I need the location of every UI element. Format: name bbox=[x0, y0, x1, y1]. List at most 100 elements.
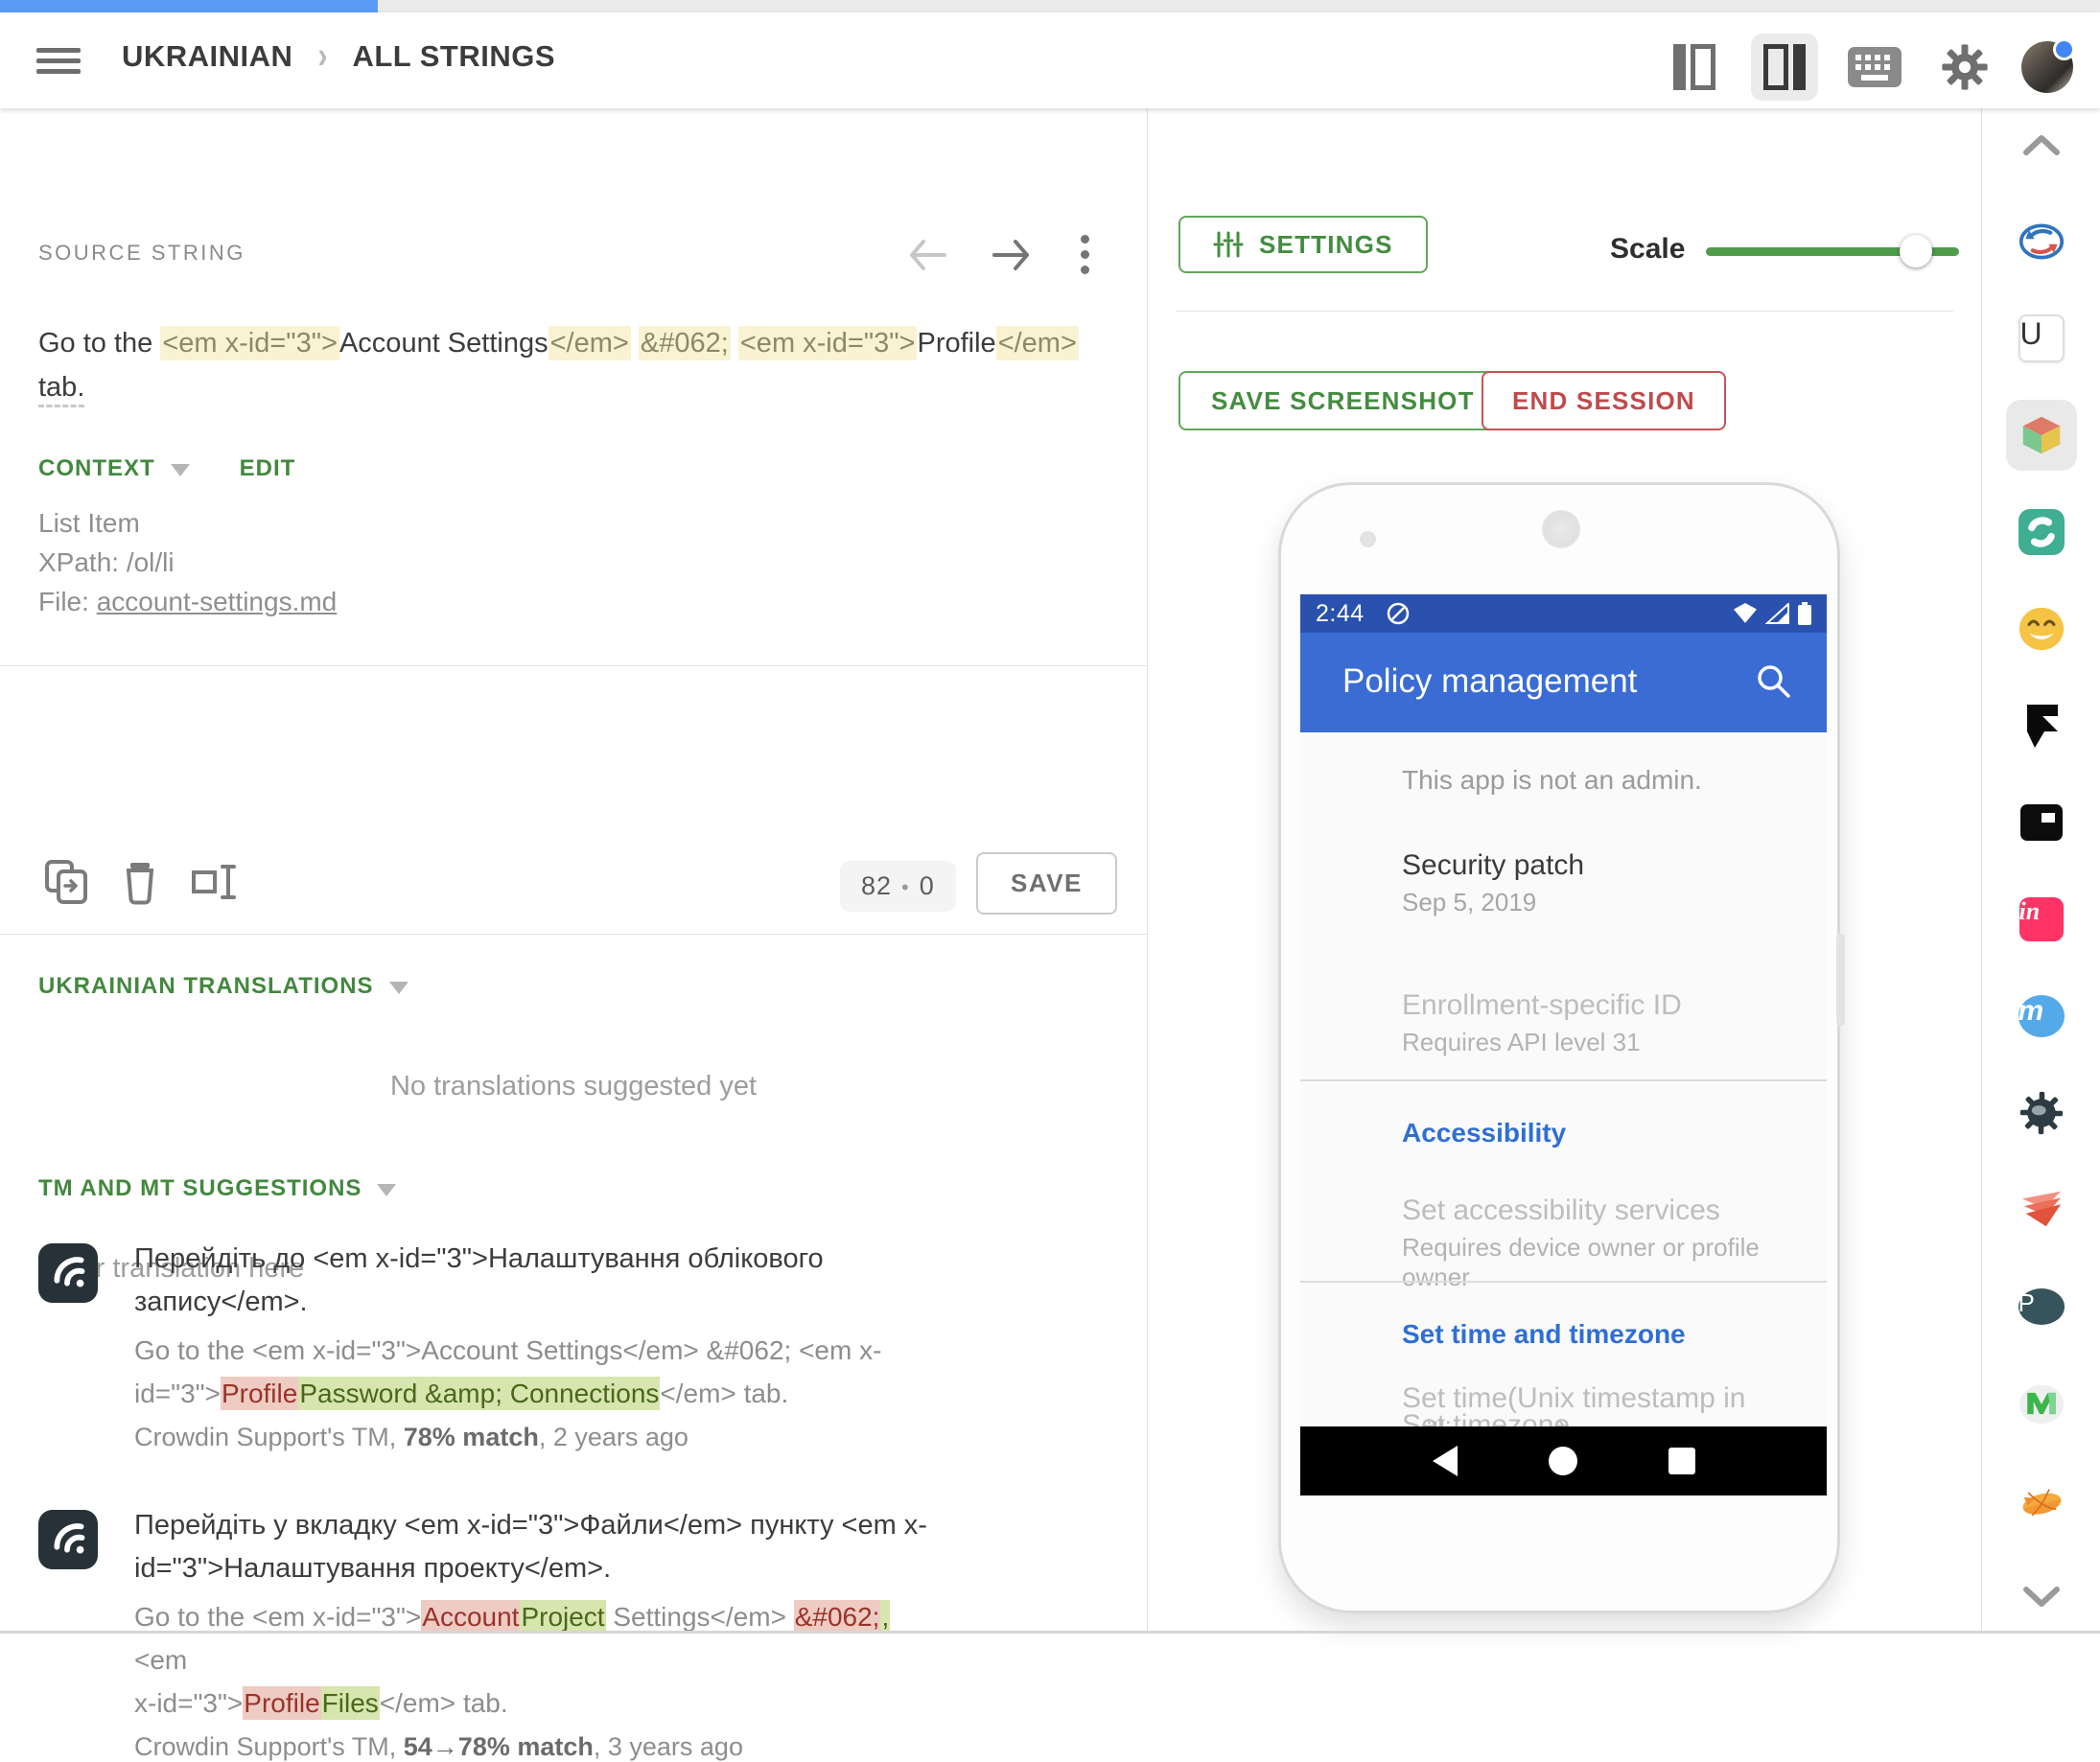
appetize-app-icon[interactable] bbox=[2006, 400, 2077, 471]
no-translations-message: No translations suggested yet bbox=[0, 1071, 1147, 1102]
mine-app-icon[interactable] bbox=[2018, 1090, 2065, 1136]
keyboard-shortcuts-button[interactable] bbox=[1841, 34, 1908, 101]
invision-icon[interactable]: in bbox=[2018, 896, 2065, 942]
context-file-row: File: account-settings.md bbox=[38, 582, 337, 621]
medium-icon[interactable] bbox=[2018, 1380, 2065, 1426]
protopie-icon[interactable]: P bbox=[2018, 1284, 2065, 1330]
translation-progress-fill bbox=[0, 0, 378, 12]
smiley-app-icon[interactable] bbox=[2018, 606, 2065, 652]
translation-progress-bar bbox=[0, 0, 2100, 12]
right-panel-layout-icon bbox=[1763, 44, 1806, 90]
save-screenshot-button[interactable]: SAVE SCREENSHOT bbox=[1178, 371, 1507, 430]
apps-sidebar: U in bbox=[1981, 108, 2100, 1634]
crowdin-tm-icon bbox=[38, 1510, 98, 1569]
collapse-down-icon[interactable] bbox=[2018, 1574, 2065, 1620]
right-panel-layout-button[interactable] bbox=[1751, 34, 1818, 101]
home-button[interactable] bbox=[1549, 1447, 1577, 1475]
app-title: Policy management bbox=[1342, 662, 1637, 701]
scale-slider-thumb[interactable] bbox=[1900, 235, 1932, 267]
list-item-enrollment-id[interactable]: Enrollment-specific ID bbox=[1402, 989, 1682, 1022]
loop-app-icon[interactable] bbox=[2018, 509, 2065, 555]
keyboard-icon bbox=[1847, 46, 1902, 88]
divider bbox=[0, 934, 1147, 935]
next-string-button[interactable] bbox=[992, 240, 1031, 270]
gear-icon bbox=[1938, 40, 1992, 94]
book-app-icon[interactable] bbox=[2018, 800, 2065, 846]
back-button[interactable] bbox=[1433, 1446, 1458, 1476]
end-session-button[interactable]: END SESSION bbox=[1482, 371, 1726, 430]
source-string-label: SOURCE STRING bbox=[38, 241, 245, 266]
framer-icon[interactable] bbox=[2018, 703, 2065, 749]
context-toggle[interactable]: CONTEXT bbox=[38, 455, 155, 482]
suggestion-source-diff: Go to the <em x-id="3">Account Settings<… bbox=[134, 1329, 940, 1415]
list-item-set-accessibility[interactable]: Set accessibility services bbox=[1402, 1194, 1720, 1227]
context-collapse-icon[interactable] bbox=[171, 464, 190, 476]
usersnap-icon[interactable]: U bbox=[2018, 315, 2065, 361]
menu-icon[interactable] bbox=[36, 42, 81, 79]
previous-string-button[interactable] bbox=[908, 240, 946, 270]
marvel-icon[interactable]: m bbox=[2018, 993, 2065, 1039]
search-icon[interactable] bbox=[1754, 661, 1792, 700]
list-item-security-patch[interactable]: Security patch bbox=[1402, 849, 1584, 882]
user-avatar[interactable] bbox=[2021, 41, 2073, 93]
list-item-security-patch-sub: Sep 5, 2019 bbox=[1402, 888, 1536, 917]
zeplin-icon[interactable] bbox=[2018, 1477, 2065, 1523]
suggestion-translation-text: Перейдіть у вкладку <em x-id="3">Файли</… bbox=[134, 1504, 940, 1590]
android-q-icon bbox=[1386, 601, 1411, 626]
left-panel-layout-icon bbox=[1673, 44, 1715, 90]
context-type: List Item bbox=[38, 503, 337, 543]
appetize-settings-button[interactable]: SETTINGS bbox=[1178, 216, 1428, 273]
device-screen[interactable]: 2:44 bbox=[1300, 594, 1827, 1495]
more-options-button[interactable] bbox=[1077, 231, 1093, 278]
status-time: 2:44 bbox=[1316, 600, 1365, 628]
appetize-panel: APPETIZE SETTINGS Scale SAVE SCREENSHOT … bbox=[1148, 108, 1981, 1634]
tm-section-toggle[interactable]: TM AND MT SUGGESTIONS bbox=[38, 1175, 362, 1202]
context-details: List Item XPath: /ol/li File: account-se… bbox=[38, 503, 337, 621]
translations-section-toggle[interactable]: UKRAINIAN TRANSLATIONS bbox=[38, 973, 374, 1000]
context-edit-link[interactable]: EDIT bbox=[240, 455, 296, 482]
paper-stack-icon[interactable] bbox=[2018, 1187, 2065, 1233]
recents-button[interactable] bbox=[1668, 1448, 1695, 1474]
suggestion-meta: Crowdin Support's TM, 78% match, 2 years… bbox=[134, 1423, 940, 1452]
top-header: UKRAINIAN › ALL STRINGS bbox=[0, 12, 2100, 108]
collapse-up-icon[interactable] bbox=[2018, 122, 2065, 168]
android-nav-bar bbox=[1300, 1426, 1827, 1495]
battery-icon bbox=[1798, 602, 1811, 625]
suggestion-meta: Crowdin Support's TM, 54→78% match, 3 ye… bbox=[134, 1732, 940, 1762]
front-camera bbox=[1360, 531, 1376, 547]
settings-gear-button[interactable] bbox=[1931, 34, 1998, 101]
list-item-set-accessibility-sub: Requires device owner or profile owner bbox=[1402, 1233, 1827, 1292]
signal-icon bbox=[1765, 603, 1790, 624]
character-counter: 82•0 bbox=[840, 861, 956, 912]
scale-slider[interactable] bbox=[1706, 234, 1959, 268]
device-emulator: 2:44 bbox=[1278, 482, 1840, 1613]
translations-collapse-icon[interactable] bbox=[389, 982, 408, 994]
tm-suggestion[interactable]: Перейдіть до <em x-id="3">Налаштування о… bbox=[38, 1238, 940, 1452]
breadcrumb-section[interactable]: ALL STRINGS bbox=[352, 39, 555, 74]
left-panel-layout-button[interactable] bbox=[1661, 34, 1728, 101]
speaker-grille bbox=[1542, 510, 1580, 548]
context-xpath: XPath: /ol/li bbox=[38, 543, 337, 582]
context-file-link[interactable]: account-settings.md bbox=[97, 587, 338, 616]
divider bbox=[1177, 311, 1953, 312]
copy-source-button[interactable] bbox=[44, 859, 88, 905]
save-button[interactable]: SAVE bbox=[976, 852, 1117, 915]
section-accessibility[interactable]: Accessibility bbox=[1402, 1118, 1566, 1148]
editor-panel: SOURCE STRING Go to the <em x-id="3">Acc… bbox=[0, 108, 1148, 1634]
android-app-bar: Policy management bbox=[1300, 633, 1827, 732]
sliders-icon bbox=[1213, 229, 1244, 260]
crowdin-tm-icon bbox=[38, 1243, 98, 1303]
breadcrumb: UKRAINIAN › ALL STRINGS bbox=[122, 39, 555, 74]
tm-collapse-icon[interactable] bbox=[377, 1184, 396, 1196]
list-divider bbox=[1300, 1281, 1827, 1283]
text-replace-button[interactable] bbox=[192, 859, 242, 905]
wifi-icon bbox=[1733, 603, 1758, 624]
breadcrumb-language[interactable]: UKRAINIAN bbox=[122, 39, 292, 74]
online-status-badge bbox=[2053, 38, 2075, 60]
clear-translation-button[interactable] bbox=[121, 859, 159, 905]
section-set-time-timezone[interactable]: Set time and timezone bbox=[1402, 1319, 1686, 1350]
list-item-enrollment-id-sub: Requires API level 31 bbox=[1402, 1028, 1641, 1057]
crowdin-sync-icon[interactable] bbox=[2018, 219, 2065, 265]
suggestion-source-diff: Go to the <em x-id="3">AccountProject Se… bbox=[134, 1595, 940, 1725]
list-divider bbox=[1300, 1079, 1827, 1081]
